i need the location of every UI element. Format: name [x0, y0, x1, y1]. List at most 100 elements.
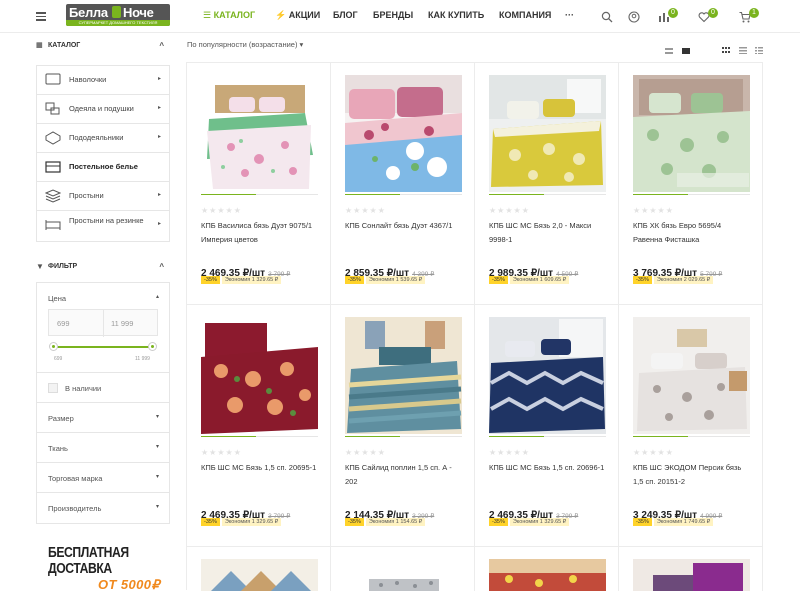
nav-how-to-buy[interactable]: КАК КУПИТЬ	[428, 10, 484, 20]
product-image[interactable]	[345, 559, 462, 591]
product-image[interactable]	[345, 317, 462, 434]
list-view-icon[interactable]	[739, 41, 747, 59]
discount-badge: -35%	[489, 518, 508, 526]
product-name[interactable]: КПБ ШС МС Бязь 1,5 сп. 20695-1	[201, 461, 319, 475]
grid-view-icon[interactable]	[722, 41, 730, 59]
compare-icon[interactable]: 0	[658, 8, 678, 23]
logo[interactable]: Белла Ноче СУПЕРМАРКЕТ ДОМАШНЕГО ТЕКСТИЛ…	[66, 4, 170, 26]
cart-icon[interactable]: 1	[739, 8, 759, 23]
sidebar-item-pillowcases[interactable]: Наволочки ▸	[37, 66, 169, 95]
nav-brands[interactable]: БРЕНДЫ	[373, 10, 413, 20]
product-name[interactable]: КПБ ШС МС Бязь 2,0 - Макси 9998-1	[489, 219, 607, 247]
manufacturer-filter[interactable]: Производитель ▾	[37, 493, 169, 523]
price-range-max-handle[interactable]	[148, 342, 157, 351]
chevron-up-icon[interactable]: ▴	[156, 293, 159, 300]
user-icon[interactable]	[628, 10, 641, 23]
chevron-down-icon: ▾	[299, 40, 304, 49]
chevron-right-icon: ▸	[157, 134, 161, 140]
chevron-right-icon: ▸	[157, 76, 161, 82]
product-card[interactable]: ★★★★★ КПБ Сонлайт бязь Дуэт 4367/1 2 859…	[331, 63, 475, 305]
product-name[interactable]: КПБ Сонлайт бязь Дуэт 4367/1	[345, 219, 463, 233]
product-card[interactable]: ★★★★★ КПБ Сайлид поплин 1,5 сп. А - 202 …	[331, 305, 475, 547]
price-max-input[interactable]: 11 999	[111, 319, 133, 328]
product-card[interactable]: ★★★★★ КПБ ШС МС Бязь 1,5 сп. 20696-1 2 4…	[475, 305, 619, 547]
product-card[interactable]	[187, 547, 331, 591]
menu-icon[interactable]	[36, 12, 46, 21]
product-card[interactable]: ★★★★★ КПБ ХК бязь Евро 5695/4 Равенна Фи…	[619, 63, 763, 305]
product-name[interactable]: КПБ Василиса бязь Дуэт 9075/1 Империя цв…	[201, 219, 319, 247]
site-header: Белла Ноче СУПЕРМАРКЕТ ДОМАШНЕГО ТЕКСТИЛ…	[0, 0, 800, 33]
product-name[interactable]: КПБ Сайлид поплин 1,5 сп. А - 202	[345, 461, 463, 489]
discount-badge: -35%	[345, 518, 364, 526]
search-icon[interactable]	[601, 10, 614, 23]
rating-stars: ★★★★★	[345, 206, 386, 215]
cart-count-badge: 1	[749, 8, 759, 18]
product-name[interactable]: КПБ ХК бязь Евро 5695/4 Равенна Фисташка	[633, 219, 751, 247]
sidebar-item-sheets[interactable]: Простыни ▸	[37, 182, 169, 211]
discount-badge: -35%	[201, 276, 220, 284]
product-image[interactable]	[345, 75, 462, 192]
favorites-count-badge: 0	[708, 8, 718, 18]
savings-badge: Экономия 1 329.65 ₽	[221, 518, 282, 526]
product-image[interactable]	[489, 75, 606, 192]
heart-icon[interactable]: 0	[698, 8, 718, 23]
fitted-sheet-icon	[45, 220, 61, 230]
product-card[interactable]: ★★★★★ КПБ Василиса бязь Дуэт 9075/1 Импе…	[187, 63, 331, 305]
nav-more[interactable]: ···	[565, 10, 574, 20]
product-grid: ★★★★★ КПБ Василиса бязь Дуэт 9075/1 Импе…	[186, 62, 763, 591]
product-card[interactable]: ★★★★★ КПБ ШС МС Бязь 2,0 - Макси 9998-1 …	[475, 63, 619, 305]
price-range-min-handle[interactable]	[49, 342, 58, 351]
catalog-header[interactable]: ▦ КАТАЛОГ ^	[36, 35, 170, 57]
filter-panel: ▼ ФИЛЬТР ^ Цена ▴ 699 11 999 699 11 999	[36, 256, 170, 524]
table-view-icon[interactable]	[755, 41, 763, 59]
rating-stars: ★★★★★	[201, 206, 242, 215]
price-label: Цена	[48, 294, 67, 303]
view-compact-icon[interactable]	[665, 41, 673, 59]
sidebar-item-fitted-sheets[interactable]: Простыни на резинке ▸	[37, 211, 169, 241]
product-image[interactable]	[633, 75, 750, 192]
savings-badge: Экономия 1 329.65 ₽	[509, 518, 570, 526]
nav-promo[interactable]: ⚡ АКЦИИ	[275, 10, 320, 21]
fabric-filter[interactable]: Ткань ▾	[37, 433, 169, 463]
view-wide-icon[interactable]	[682, 41, 690, 59]
product-card[interactable]	[475, 547, 619, 591]
price-min-input[interactable]: 699	[57, 319, 70, 328]
chevron-up-icon[interactable]: ^	[159, 35, 164, 57]
bed-linen-icon	[45, 161, 61, 173]
sidebar-item-bed-linen[interactable]: Постельное белье	[37, 153, 169, 182]
product-name[interactable]: КПБ ШС ЭКОДОМ Персик бязь 1,5 сп. 20151-…	[633, 461, 751, 489]
in-stock-filter[interactable]: В наличии	[37, 373, 169, 403]
size-filter[interactable]: Размер ▾	[37, 403, 169, 433]
brand-filter[interactable]: Торговая марка ▾	[37, 463, 169, 493]
sort-dropdown[interactable]: По популярности (возрастание) ▾	[187, 40, 303, 49]
nav-blog[interactable]: БЛОГ	[333, 10, 358, 20]
discount-badge: -35%	[345, 276, 364, 284]
category-list: Наволочки ▸ Одеяла и подушки ▸ Пододеяльни…	[36, 65, 170, 242]
sidebar-item-blankets[interactable]: Одеяла и подушки ▸	[37, 95, 169, 124]
product-image[interactable]	[201, 75, 318, 192]
nav-company[interactable]: КОМПАНИЯ	[499, 10, 551, 20]
chevron-up-icon[interactable]: ^	[159, 256, 164, 278]
sidebar-item-duvet-covers[interactable]: Пододеяльники ▸	[37, 124, 169, 153]
in-stock-checkbox[interactable]	[48, 383, 58, 393]
product-image[interactable]	[633, 559, 750, 591]
rating-stars: ★★★★★	[201, 448, 242, 457]
chevron-down-icon: ▾	[155, 474, 159, 480]
discount-badge: -35%	[633, 276, 652, 284]
product-card[interactable]	[331, 547, 475, 591]
free-delivery-banner[interactable]: БЕСПЛАТНАЯ ДОСТАВКА ОТ 5000₽	[48, 545, 168, 593]
product-card[interactable]: ★★★★★ КПБ ШС ЭКОДОМ Персик бязь 1,5 сп. …	[619, 305, 763, 547]
nav-catalog[interactable]: ☰ КАТАЛОГ	[203, 10, 255, 21]
product-card[interactable]: ★★★★★ КПБ ШС МС Бязь 1,5 сп. 20695-1 2 4…	[187, 305, 331, 547]
product-image[interactable]	[489, 559, 606, 591]
product-image[interactable]	[201, 317, 318, 434]
sidebar: ▦ КАТАЛОГ ^ Наволочки ▸ Одеяла и подушки ▸…	[36, 34, 170, 524]
product-image[interactable]	[489, 317, 606, 434]
compare-count-badge: 0	[668, 8, 678, 18]
product-image[interactable]	[633, 317, 750, 434]
product-card[interactable]	[619, 547, 763, 591]
product-image[interactable]	[201, 559, 318, 591]
filter-header[interactable]: ▼ ФИЛЬТР ^	[36, 256, 170, 278]
product-name[interactable]: КПБ ШС МС Бязь 1,5 сп. 20696-1	[489, 461, 607, 475]
savings-badge: Экономия 2 029.65 ₽	[653, 276, 714, 284]
